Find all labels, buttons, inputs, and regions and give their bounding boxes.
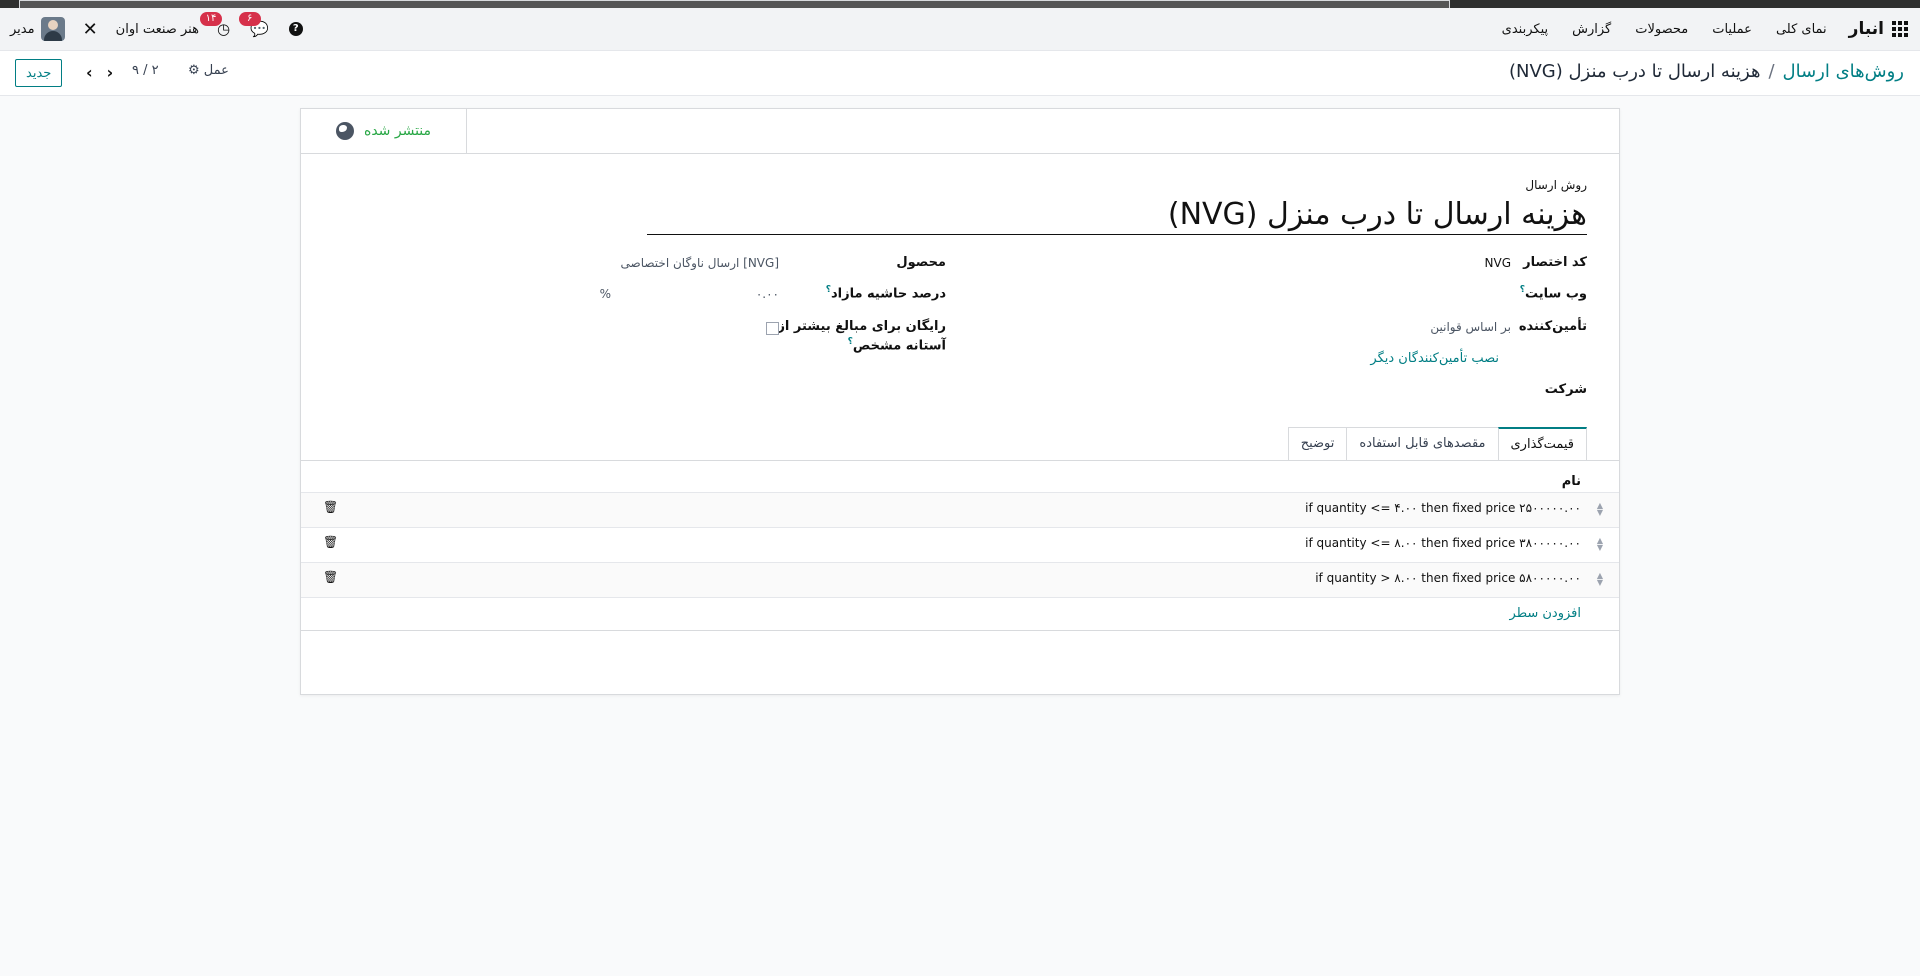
form-sheet: منتشر شده روش ارسال هزینه ارسال تا درب م… <box>300 108 1620 695</box>
new-button[interactable]: جدید <box>15 59 63 87</box>
free-over-checkbox[interactable] <box>766 322 779 335</box>
tab-divider <box>301 460 1619 461</box>
free-over-label-line1: رایگان برای مبالغ بیشتر از <box>777 319 946 334</box>
globe-icon <box>335 122 354 140</box>
add-line-link[interactable]: افزودن سطر <box>1510 606 1581 621</box>
menu-products[interactable]: محصولات <box>1635 22 1688 37</box>
column-header-name: نام <box>1561 474 1581 489</box>
pager-value[interactable]: ۹ / ۲ <box>132 63 159 78</box>
published-label: منتشر شده <box>363 123 432 139</box>
breadcrumb-separator: / <box>1768 61 1775 82</box>
product-label: محصول <box>896 255 946 270</box>
install-providers-link[interactable]: نصب تأمین‌کنندگان دیگر <box>1370 351 1499 366</box>
code-label: کد اختصار <box>1523 255 1587 270</box>
tab-description[interactable]: توضیح <box>1287 427 1348 460</box>
drag-handle-icon[interactable]: ▲ ▼ <box>1597 502 1603 517</box>
provider-value[interactable]: بر اساس قوانین <box>1430 320 1511 334</box>
code-value[interactable]: NVG <box>1485 256 1511 270</box>
published-button[interactable]: منتشر شده <box>301 109 467 153</box>
margin-label-text: درصد حاشیه مازاد <box>830 286 946 302</box>
menu-overview[interactable]: نمای کلی <box>1776 22 1827 37</box>
tab-pricing[interactable]: قیمت‌گذاری <box>1497 427 1587 461</box>
table-row[interactable]: ▲ ▼ if quantity <= ۴.۰۰ then fixed price … <box>301 492 1619 527</box>
menu-configuration[interactable]: پیکربندی <box>1502 22 1548 37</box>
free-over-label-text: آستانه مشخص <box>852 338 946 354</box>
table-row[interactable]: ▲ ▼ if quantity > ۸.۰۰ then fixed price ۵… <box>301 562 1619 597</box>
gear-icon: ⚙ <box>188 63 200 78</box>
menu-operations[interactable]: عملیات <box>1712 22 1752 37</box>
trash-icon[interactable]: 🗑 <box>323 500 338 514</box>
activity-clock-icon[interactable]: ◷ ۱۴ <box>200 12 230 38</box>
breadcrumb: روش‌های ارسال / هزینه ارسال تا درب منزل … <box>1509 61 1904 82</box>
app-brand[interactable]: انبار <box>1849 19 1884 39</box>
list-end-divider <box>301 630 1619 631</box>
action-menu[interactable]: ⚙ عمل <box>188 63 229 78</box>
add-line-row: افزودن سطر <box>301 597 1619 630</box>
margin-unit: % <box>599 287 611 301</box>
margin-label: درصد حاشیه مازاد؟ <box>826 285 946 301</box>
pager-nav: ‹ › <box>86 63 113 82</box>
breadcrumb-parent[interactable]: روش‌های ارسال <box>1783 61 1904 82</box>
website-label-text: وب سایت <box>1525 286 1587 302</box>
margin-value[interactable]: ۰.۰۰ <box>756 287 779 301</box>
drag-handle-icon[interactable]: ▲ ▼ <box>1597 537 1603 552</box>
debug-tools-icon[interactable]: ✕ <box>83 19 98 40</box>
pager-next-icon[interactable]: › <box>107 63 114 82</box>
table-row[interactable]: ▲ ▼ if quantity <= ۸.۰۰ then fixed price … <box>301 527 1619 562</box>
website-label: وب سایت؟ <box>1520 285 1587 301</box>
help-icon[interactable]: ? <box>288 22 303 36</box>
notebook-tabs: قیمت‌گذاری مقصدهای قابل استفاده توضیح <box>1287 427 1587 461</box>
user-menu[interactable]: مدیر <box>10 17 65 41</box>
browser-top-strip <box>0 0 1920 21</box>
breadcrumb-current: هزینه ارسال تا درب منزل (NVG) <box>1508 61 1761 82</box>
tab-destinations[interactable]: مقصدهای قابل استفاده <box>1346 427 1499 460</box>
rule-text: if quantity <= ۴.۰۰ then fixed price ۲۵۰… <box>1305 501 1581 515</box>
top-navbar: انبار نمای کلی عملیات محصولات گزارش پیکر… <box>0 8 1920 51</box>
product-value[interactable]: [NVG] ارسال ناوگان اختصاصی <box>621 256 779 270</box>
avatar <box>40 17 65 41</box>
company-switcher[interactable]: هنر صنعت اوان <box>116 22 199 37</box>
menu-reporting[interactable]: گزارش <box>1572 22 1611 37</box>
rule-text: if quantity <= ۸.۰۰ then fixed price ۳۸۰… <box>1305 536 1581 550</box>
trash-icon[interactable]: 🗑 <box>323 570 338 584</box>
button-box: منتشر شده <box>301 109 1619 154</box>
messages-count-badge: ۶ <box>238 12 261 26</box>
user-name: مدیر <box>10 21 35 37</box>
action-label: عمل <box>203 63 229 78</box>
company-label: شرکت <box>1544 382 1587 397</box>
messages-chat-icon[interactable]: 💬 ۶ <box>238 12 269 38</box>
activity-count-badge: ۱۴ <box>200 12 223 26</box>
free-over-label-line2: آستانه مشخص؟ <box>848 337 946 353</box>
apps-menu-icon[interactable] <box>1892 21 1908 37</box>
drag-handle-icon[interactable]: ▲ ▼ <box>1597 572 1603 587</box>
pager-previous-icon[interactable]: ‹ <box>86 63 93 82</box>
record-type-label: روش ارسال <box>1525 178 1587 192</box>
control-panel: روش‌های ارسال / هزینه ارسال تا درب منزل … <box>0 51 1920 96</box>
trash-icon[interactable]: 🗑 <box>323 535 338 549</box>
pricing-list: ▲ ▼ if quantity <= ۴.۰۰ then fixed price … <box>301 492 1619 631</box>
record-name-field[interactable]: هزینه ارسال تا درب منزل (NVG) <box>647 197 1587 235</box>
provider-label: تأمین‌کننده <box>1518 319 1587 334</box>
rule-text: if quantity > ۸.۰۰ then fixed price ۵۸۰۰… <box>1315 571 1581 585</box>
